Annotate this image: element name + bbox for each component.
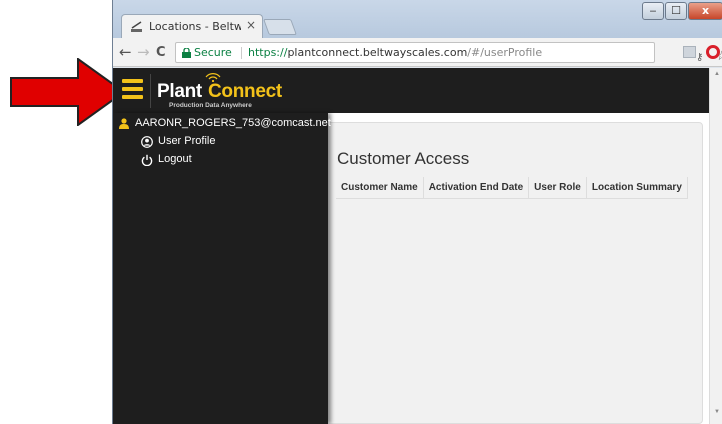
- minimize-button[interactable]: ‒: [642, 2, 664, 20]
- power-icon: [141, 154, 153, 166]
- annotation-arrow: [10, 58, 125, 126]
- header-divider: [150, 74, 151, 108]
- browser-window: Locations - Beltway Scales × ‒ ☐ x ← → C…: [112, 0, 722, 424]
- secure-label: Secure: [194, 46, 232, 59]
- logo-connect-text: Connect: [208, 81, 282, 102]
- address-bar[interactable]: Secure https://plantconnect.beltwayscale…: [175, 42, 722, 64]
- menu-item-label: Logout: [158, 153, 192, 165]
- vertical-scrollbar[interactable]: ▲ ▼: [709, 68, 722, 424]
- url-host: plantconnect.beltwayscales.com: [287, 46, 468, 59]
- table-header-row: Customer Name Activation End Date User R…: [336, 177, 688, 199]
- forward-arrow-icon[interactable]: →: [137, 43, 150, 61]
- column-header-customer-name[interactable]: Customer Name: [336, 177, 424, 199]
- screenshot-stage: Locations - Beltway Scales × ‒ ☐ x ← → C…: [0, 0, 722, 424]
- logo-plant-text: Plant: [157, 81, 202, 102]
- lock-icon: [182, 48, 191, 58]
- extension-o-icon[interactable]: [706, 45, 720, 59]
- browser-titlebar: Locations - Beltway Scales × ‒ ☐ x: [113, 0, 722, 38]
- browser-tab[interactable]: Locations - Beltway Scales ×: [121, 14, 263, 38]
- url-protocol: https://: [248, 46, 288, 59]
- user-email: AARONR_ROGERS_753@comcast.net: [135, 117, 331, 129]
- page-viewport: Plant Connect Production Data Anywhere A…: [113, 68, 709, 424]
- menu-item-label: User Profile: [158, 135, 216, 147]
- url-path: /#/userProfile: [467, 46, 543, 59]
- plantconnect-logo: Plant Connect Production Data Anywhere: [157, 72, 287, 112]
- reload-icon[interactable]: C: [156, 45, 166, 60]
- logo-tagline: Production Data Anywhere: [169, 102, 252, 109]
- close-window-button[interactable]: x: [688, 2, 722, 20]
- scroll-down-icon[interactable]: ▼: [714, 409, 720, 415]
- content-panel: Customer Access Customer Name Activation…: [323, 122, 703, 424]
- browser-toolbar: ← → C Secure https://plantconnect.beltwa…: [113, 38, 722, 67]
- user-circle-icon: [141, 136, 153, 148]
- customer-access-table: Customer Name Activation End Date User R…: [336, 177, 688, 199]
- scale-favicon-icon: [131, 21, 142, 32]
- side-menu: AARONR_ROGERS_753@comcast.net User Profi…: [113, 113, 331, 424]
- user-icon: [119, 118, 129, 129]
- column-header-location-summary[interactable]: Location Summary: [586, 177, 688, 199]
- url-separator: [241, 47, 242, 59]
- scroll-up-icon[interactable]: ▲: [714, 71, 720, 77]
- page-title: Customer Access: [337, 149, 470, 168]
- app-header: Plant Connect Production Data Anywhere: [113, 68, 709, 113]
- key-icon[interactable]: ⚷: [696, 52, 703, 63]
- column-header-user-role[interactable]: User Role: [528, 177, 587, 199]
- tab-close-icon[interactable]: ×: [246, 18, 256, 32]
- back-arrow-icon[interactable]: ←: [119, 43, 132, 61]
- new-tab-button[interactable]: [263, 19, 297, 35]
- column-header-activation-end-date[interactable]: Activation End Date: [423, 177, 530, 199]
- hamburger-menu-icon[interactable]: [122, 79, 143, 100]
- tab-title: Locations - Beltway Scales: [149, 20, 241, 33]
- maximize-button[interactable]: ☐: [665, 2, 687, 20]
- extension-icon[interactable]: [683, 46, 696, 58]
- url-text: https://plantconnect.beltwayscales.com/#…: [248, 46, 542, 59]
